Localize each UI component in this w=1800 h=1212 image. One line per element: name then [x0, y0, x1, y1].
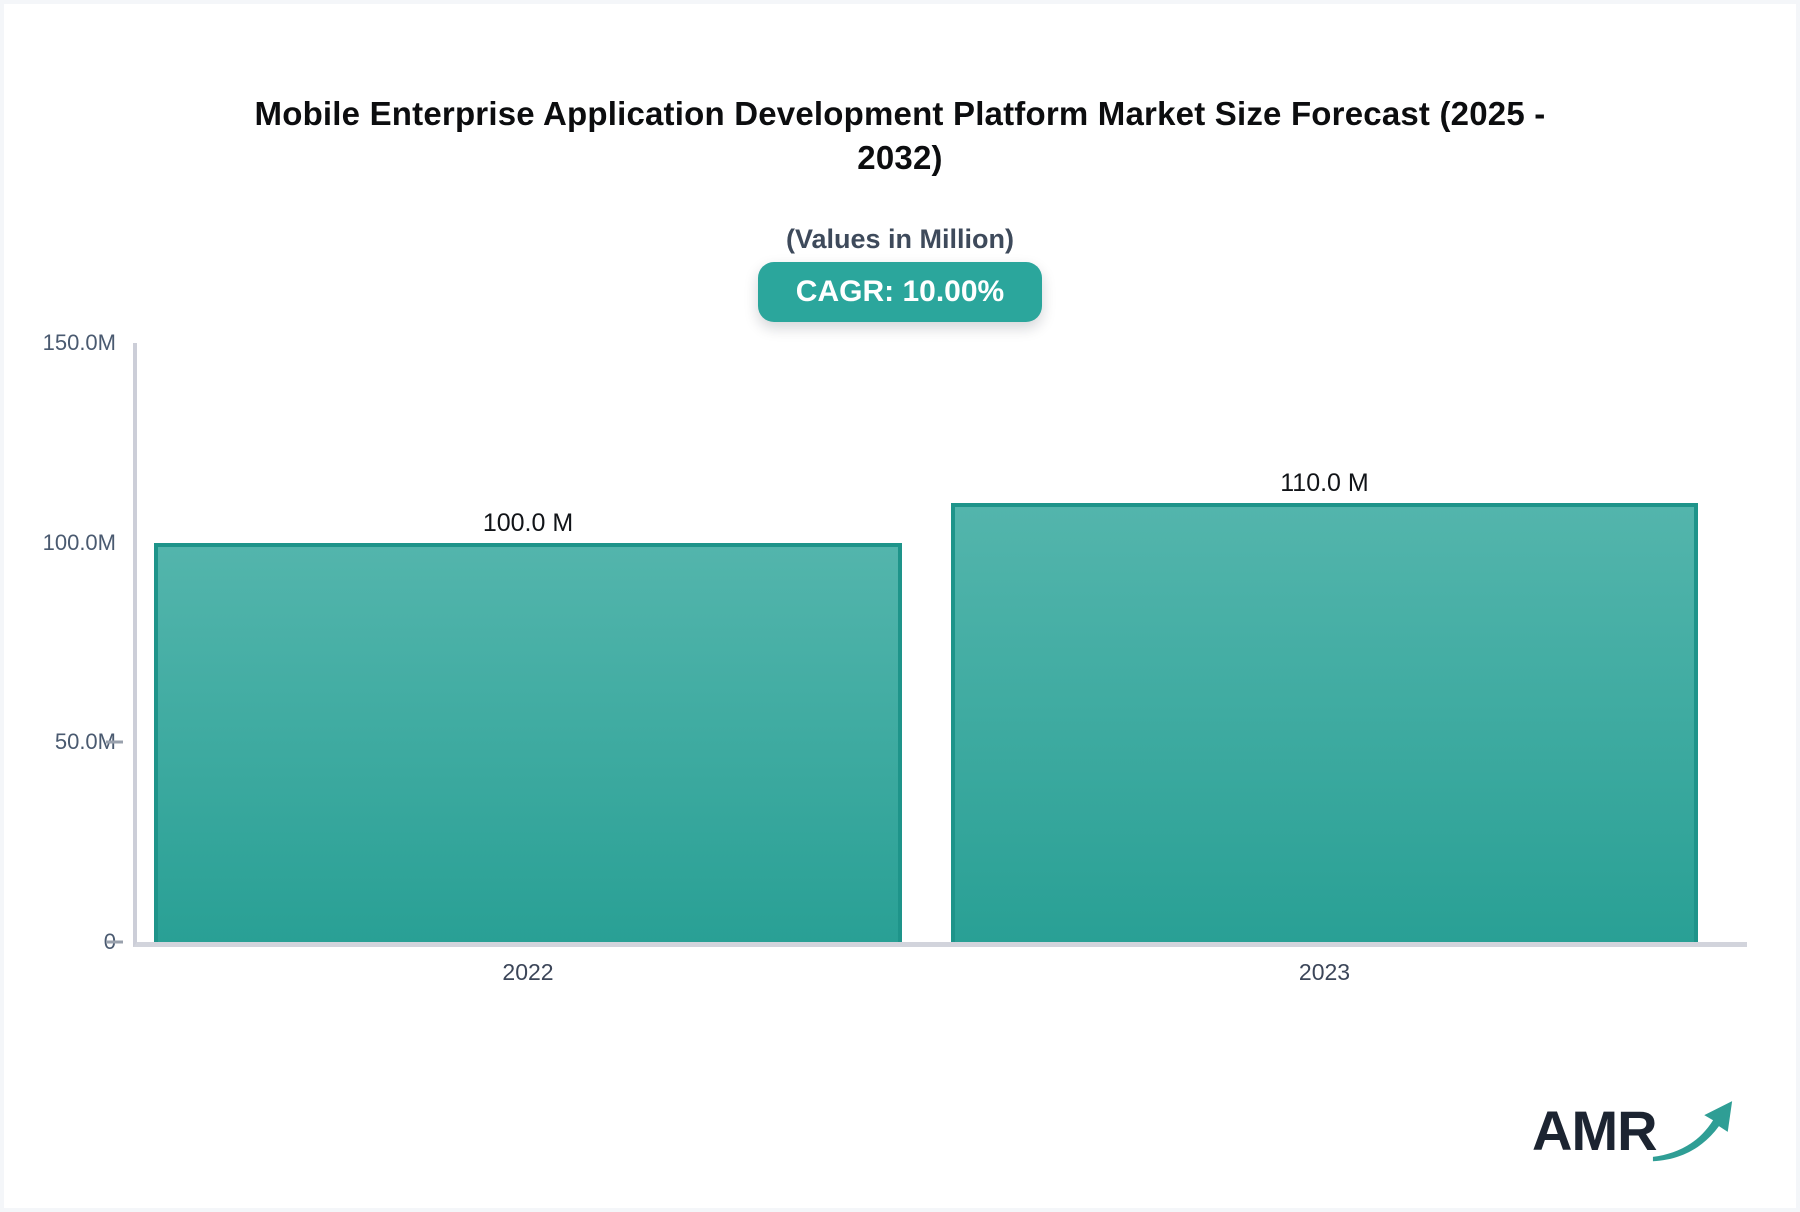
y-axis-tick-label: 50.0M — [4, 729, 116, 755]
chart-subtitle: (Values in Million) — [0, 224, 1800, 255]
amr-logo-text: AMR — [1532, 1099, 1657, 1162]
chart-title-line1: Mobile Enterprise Application Developmen… — [0, 92, 1800, 136]
cagr-badge: CAGR: 10.00% — [758, 262, 1042, 322]
growth-arrow-icon — [1650, 1090, 1738, 1168]
y-axis-tick-mark — [106, 741, 123, 744]
chart-title-line2: 2032) — [0, 136, 1800, 180]
y-axis-tick-mark — [106, 941, 123, 944]
chart-title: Mobile Enterprise Application Developmen… — [0, 92, 1800, 180]
y-axis-tick-label: 0 — [4, 929, 116, 955]
x-axis-label-2022: 2022 — [154, 959, 902, 986]
y-axis-tick-label: 100.0M — [4, 530, 116, 556]
y-axis-tick-label: 150.0M — [4, 330, 116, 356]
chart-header: Mobile Enterprise Application Developmen… — [0, 0, 1800, 322]
bar-value-label: 100.0 M — [158, 509, 898, 538]
bar-2022[interactable]: 100.0 M — [154, 543, 902, 942]
bar-value-label: 110.0 M — [955, 469, 1694, 498]
plot-area: 150.0M 100.0M 50.0M 0 100.0 M 110.0 M 20… — [133, 343, 1747, 947]
x-axis-label-2023: 2023 — [951, 959, 1698, 986]
amr-logo: AMR — [1532, 1096, 1732, 1176]
bar-2023[interactable]: 110.0 M — [951, 503, 1698, 942]
